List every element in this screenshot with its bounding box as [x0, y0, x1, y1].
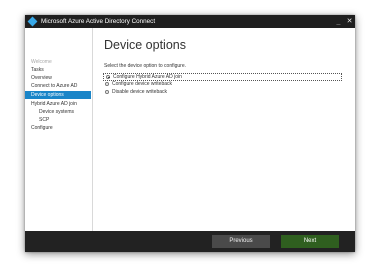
main-content: Device options Select the device option … [93, 28, 355, 231]
sidebar-item-configure[interactable]: Configure [25, 124, 97, 132]
option-configure-hybrid-join[interactable]: Configure Hybrid Azure AD join [103, 73, 342, 81]
radio-unselected-icon[interactable] [105, 82, 109, 86]
setup-window: Microsoft Azure Active Directory Connect… [25, 15, 355, 252]
window-title: Microsoft Azure Active Directory Connect [41, 18, 156, 25]
minimize-button[interactable]: _ [333, 15, 344, 28]
wizard-sidebar: Welcome Tasks Overview Connect to Azure … [25, 28, 93, 231]
azure-logo-icon [27, 16, 38, 27]
radio-dot-icon [108, 76, 110, 78]
option-label: Disable device writeback [112, 89, 168, 95]
title-bar: Microsoft Azure Active Directory Connect… [25, 15, 355, 28]
close-button[interactable]: ✕ [344, 15, 355, 28]
radio-selected-icon[interactable] [106, 74, 110, 79]
sidebar-item-device-options[interactable]: Device options [25, 91, 91, 99]
next-button[interactable]: Next [281, 235, 339, 248]
previous-button[interactable]: Previous [212, 235, 270, 248]
sidebar-item-welcome: Welcome [31, 59, 52, 65]
option-label: Configure device writeback [112, 81, 173, 87]
option-label: Configure Hybrid Azure AD join [113, 73, 182, 80]
wizard-footer: Previous Next [25, 231, 355, 252]
option-configure-device-writeback[interactable]: Configure device writeback [104, 81, 342, 88]
sidebar-item-overview[interactable]: Overview [25, 74, 97, 82]
page-title: Device options [104, 38, 186, 52]
sidebar-item-tasks[interactable]: Tasks [25, 66, 97, 74]
instruction-text: Select the device option to configure. [104, 63, 186, 69]
option-disable-device-writeback[interactable]: Disable device writeback [104, 89, 342, 96]
sidebar-item-hybrid-azure-ad-join[interactable]: Hybrid Azure AD join [25, 100, 97, 108]
sidebar-item-connect-to-azure-ad[interactable]: Connect to Azure AD [25, 82, 97, 90]
radio-unselected-icon[interactable] [105, 90, 109, 94]
